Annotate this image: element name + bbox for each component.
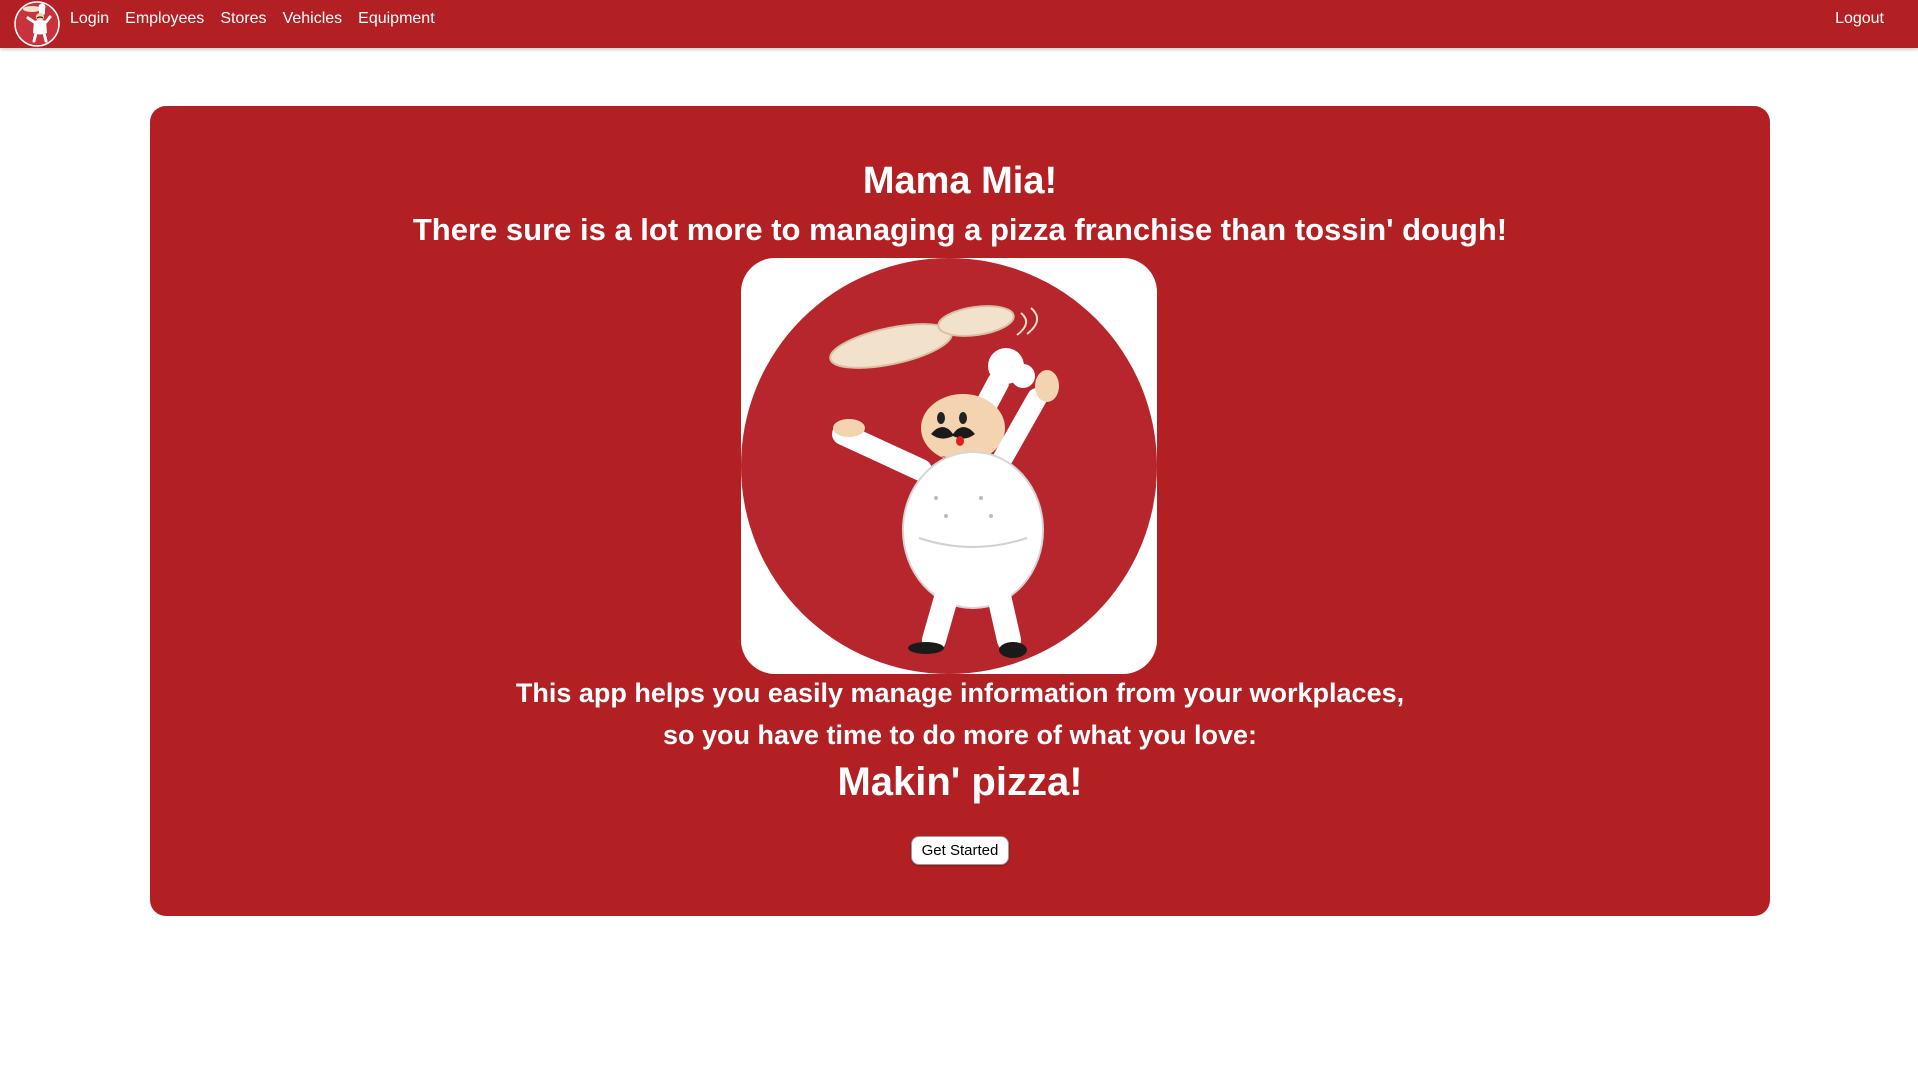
logout-link[interactable]: Logout [1835, 0, 1884, 38]
nav-employees-link[interactable]: Employees [125, 10, 204, 28]
hero-description-line-1: This app helps you easily manage informa… [515, 678, 1405, 708]
nav-equipment-link[interactable]: Equipment [358, 10, 435, 28]
nav-links: Login Employees Stores Vehicles Equipmen… [70, 0, 451, 38]
get-started-button[interactable]: Get Started [911, 836, 1009, 865]
hero-tagline: Makin' pizza! [837, 760, 1083, 804]
hero-description: This app helps you easily manage informa… [150, 672, 1770, 756]
chef-logo-icon[interactable] [12, 0, 62, 48]
pizza-chef-illustration [741, 258, 1157, 674]
hero-description-line-2: so you have time to do more of what you … [662, 720, 1258, 750]
nav-stores-link[interactable]: Stores [220, 10, 266, 28]
hero-card: Mama Mia! There sure is a lot more to ma… [150, 106, 1770, 916]
hero-subtitle: There sure is a lot more to managing a p… [412, 212, 1508, 247]
nav-login-link[interactable]: Login [70, 10, 109, 28]
hero-title: Mama Mia! [862, 160, 1058, 202]
top-navbar: Login Employees Stores Vehicles Equipmen… [0, 0, 1918, 48]
nav-vehicles-link[interactable]: Vehicles [283, 10, 343, 28]
